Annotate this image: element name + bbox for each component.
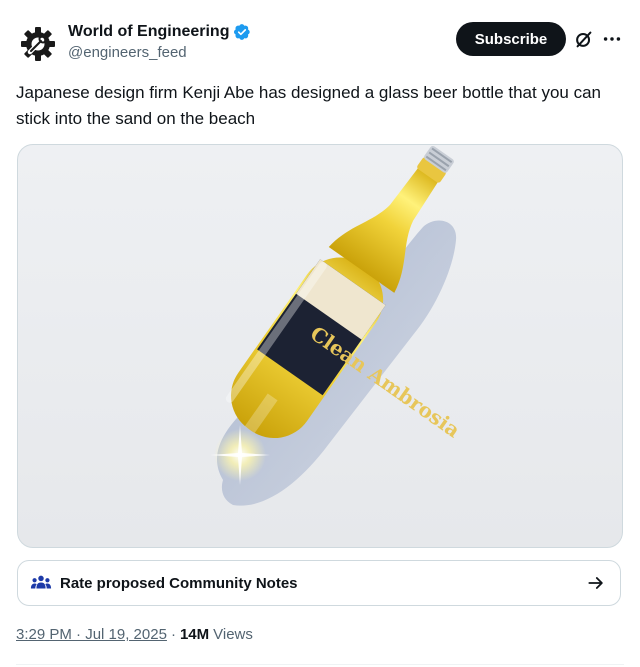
views-count: 14M — [179, 626, 210, 643]
author-name-row: World of Engineering — [68, 22, 251, 42]
grok-icon[interactable] — [573, 28, 595, 50]
views-label: Views — [213, 626, 253, 643]
verified-badge-icon — [234, 24, 251, 40]
avatar[interactable] — [16, 22, 60, 66]
tweet-timestamp-link[interactable]: 3:29 PM · Jul 19, 2025 — [16, 626, 167, 643]
beer-bottle-image: Clean Ambrosia — [210, 145, 465, 506]
meta-separator: · — [170, 626, 176, 643]
community-notes-label: Rate proposed Community Notes — [60, 574, 298, 592]
more-icon[interactable] — [601, 28, 623, 50]
author-handle[interactable]: @engineers_feed — [68, 43, 251, 63]
arrow-right-icon — [588, 577, 603, 589]
people-icon — [30, 575, 52, 589]
subscribe-button[interactable]: Subscribe — [456, 22, 566, 56]
divider — [16, 664, 624, 665]
author-block: World of Engineering @engineers_feed — [68, 22, 251, 63]
author-name[interactable]: World of Engineering — [68, 22, 229, 42]
tweet-meta: 3:29 PM · Jul 19, 2025 · 14M Views — [16, 626, 253, 643]
tweet-text: Japanese design firm Kenji Abe has desig… — [16, 83, 601, 128]
gear-wrench-logo-icon — [21, 27, 55, 61]
tweet-media-image[interactable]: Clean Ambrosia — [17, 144, 623, 548]
community-notes-button[interactable]: Rate proposed Community Notes — [17, 560, 621, 606]
